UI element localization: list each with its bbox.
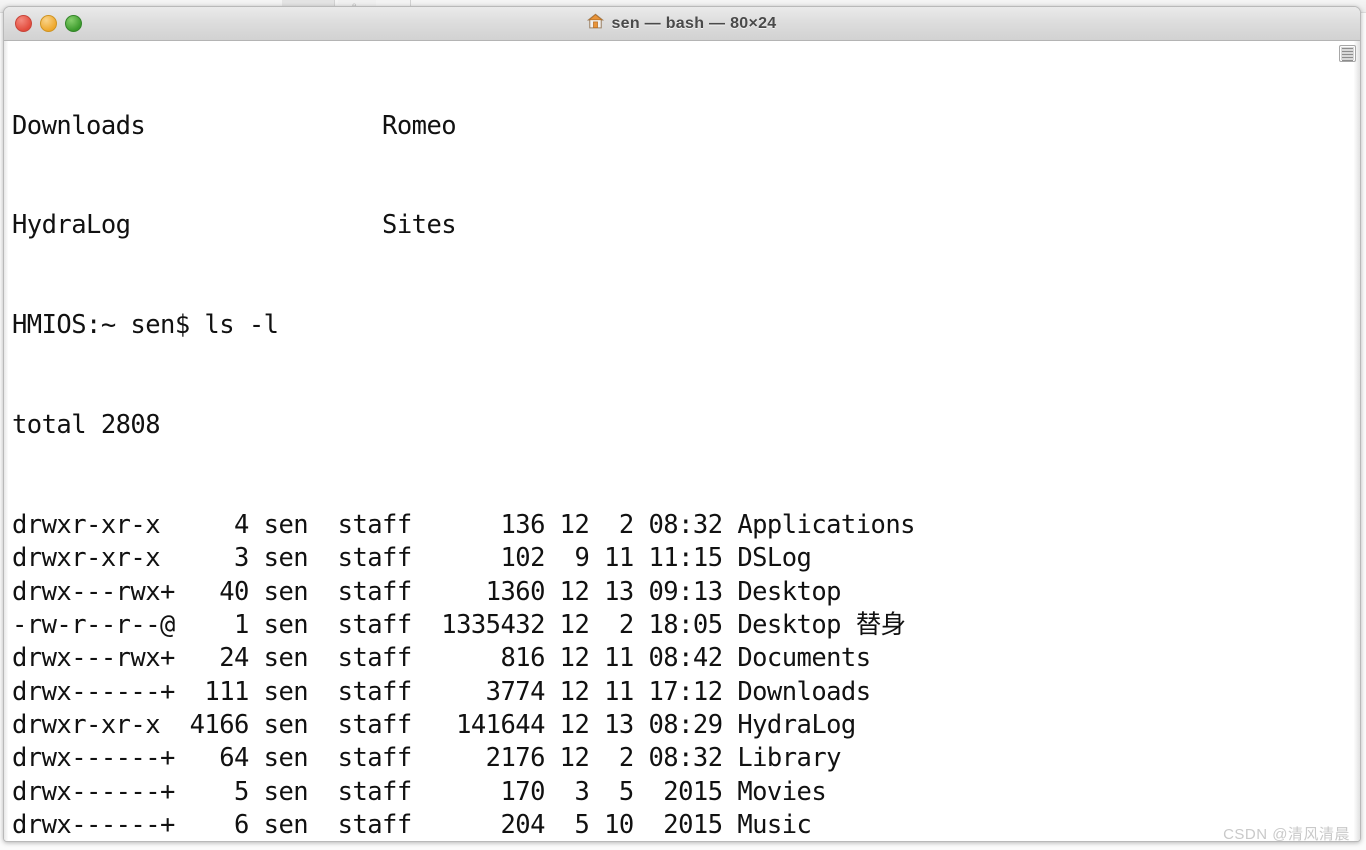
- terminal-total-line: total 2808: [12, 410, 161, 441]
- terminal-line: Downloads Romeo: [12, 110, 457, 141]
- listing-row: drwx------+ 5 sen staff 170 3 5 2015 Mov…: [12, 776, 827, 807]
- window-titlebar[interactable]: sen — bash — 80×24: [4, 7, 1360, 41]
- window-title: sen — bash — 80×24: [4, 7, 1360, 41]
- listing-row: drwx------+ 111 sen staff 3774 12 11 17:…: [12, 676, 871, 707]
- terminal-left-edge: [4, 41, 8, 841]
- terminal-command-line: HMIOS:~ sen$ ls -l: [12, 310, 279, 341]
- terminal-body[interactable]: Downloads Romeo HydraLog Sites HMIOS:~ s…: [4, 41, 1360, 841]
- listing-row: drwx---rwx+ 40 sen staff 1360 12 13 09:1…: [12, 576, 841, 607]
- window-title-text: sen — bash — 80×24: [611, 15, 777, 32]
- terminal-window: sen — bash — 80×24 Downloads Romeo Hydra…: [3, 6, 1361, 842]
- listing-row: drwx------+ 6 sen staff 204 5 10 2015 Mu…: [12, 809, 812, 840]
- terminal-line: HydraLog Sites: [12, 210, 457, 241]
- listing-row: -rw-r--r--@ 1 sen staff 1335432 12 2 18:…: [12, 610, 906, 641]
- listing-row: drwx------+ 64 sen staff 2176 12 2 08:32…: [12, 743, 841, 774]
- listing-row: drwxr-xr-x 4 sen staff 136 12 2 08:32 Ap…: [12, 510, 916, 541]
- terminal-scrollbar[interactable]: [1339, 41, 1358, 841]
- terminal-screen: Downloads Romeo HydraLog Sites HMIOS:~ s…: [12, 43, 1342, 841]
- home-icon: [587, 9, 605, 43]
- listing-row: drwxr-xr-x 4166 sen staff 141644 12 13 0…: [12, 709, 856, 740]
- listing-row: drwx---rwx+ 24 sen staff 816 12 11 08:42…: [12, 643, 871, 674]
- watermark: CSDN @清风清晨: [1223, 826, 1350, 843]
- directory-listing: drwxr-xr-x 4 sen staff 136 12 2 08:32 Ap…: [12, 509, 1342, 841]
- listing-row: drwxr-xr-x 3 sen staff 102 9 11 11:15 DS…: [12, 543, 812, 574]
